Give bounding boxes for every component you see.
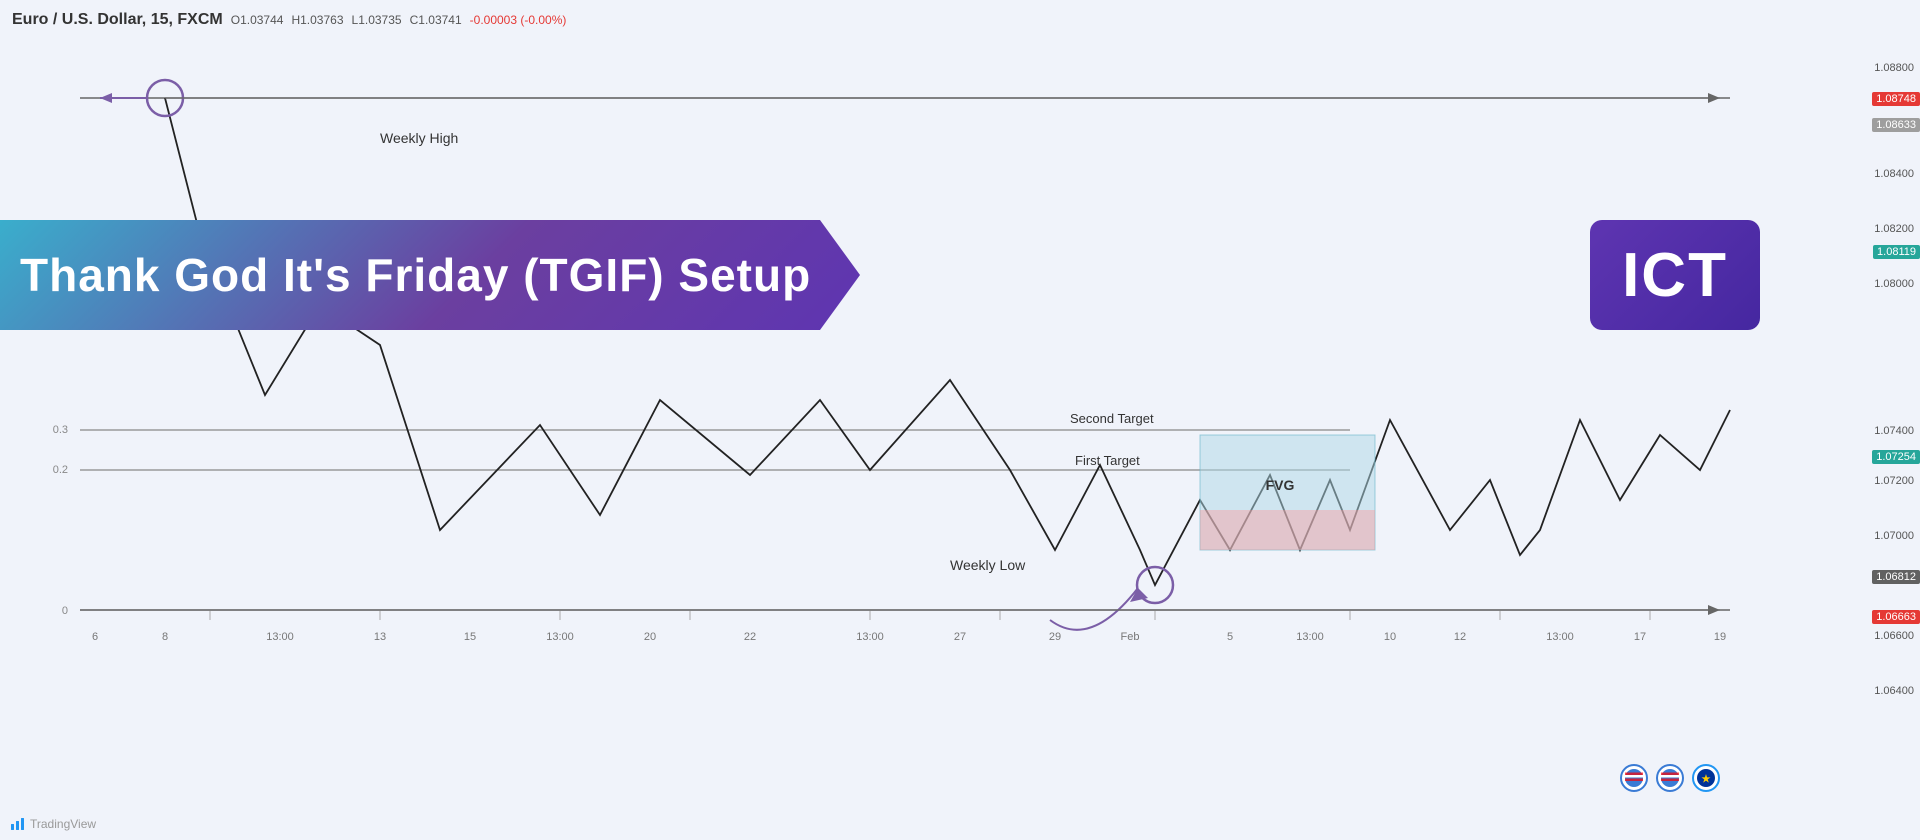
price-change: -0.00003 (-0.00%)	[470, 13, 567, 27]
flag-usd-1	[1620, 764, 1648, 792]
price-108748: 1.08748	[1872, 92, 1920, 106]
price-106600: 1.06600	[1772, 630, 1920, 642]
svg-text:8: 8	[162, 631, 168, 643]
svg-text:Weekly High: Weekly High	[380, 130, 458, 146]
svg-text:13:00: 13:00	[1546, 631, 1574, 643]
svg-text:13:00: 13:00	[266, 631, 294, 643]
svg-text:13:00: 13:00	[546, 631, 574, 643]
high-value: H1.03763	[291, 13, 343, 27]
flag-icons: ★	[1620, 764, 1720, 792]
flag-usd-2	[1656, 764, 1684, 792]
symbol-name: Euro / U.S. Dollar, 15, FXCM	[12, 11, 223, 29]
tgif-title: Thank God It's Friday (TGIF) Setup	[0, 248, 811, 302]
svg-text:Weekly Low: Weekly Low	[950, 557, 1026, 573]
price-106400: 1.06400	[1772, 685, 1920, 697]
chart-area: 0.3 0.2 0 FVG Second Target First Target…	[0, 40, 1770, 800]
svg-text:Feb: Feb	[1121, 631, 1140, 643]
svg-text:13:00: 13:00	[856, 631, 884, 643]
svg-text:First Target: First Target	[1075, 453, 1140, 468]
price-107254: 1.07254	[1872, 450, 1920, 464]
svg-text:22: 22	[744, 631, 756, 643]
open-label: O	[231, 13, 240, 27]
svg-text:15: 15	[464, 631, 476, 643]
svg-text:6: 6	[92, 631, 98, 643]
svg-text:FVG: FVG	[1266, 477, 1295, 493]
tv-watermark-text: TradingView	[30, 817, 96, 831]
price-107200: 1.07200	[1772, 475, 1920, 487]
svg-text:27: 27	[954, 631, 966, 643]
ict-badge: ICT	[1590, 220, 1760, 330]
price-108400: 1.08400	[1772, 168, 1920, 180]
chart-header: Euro / U.S. Dollar, 15, FXCM O1.03744 H1…	[0, 0, 1920, 40]
ict-text: ICT	[1622, 240, 1728, 311]
svg-text:13: 13	[374, 631, 386, 643]
price-108119: 1.08119	[1873, 245, 1920, 259]
svg-text:20: 20	[644, 631, 656, 643]
flag-eur: ★	[1692, 764, 1720, 792]
open-value: O1.03744	[231, 13, 284, 27]
svg-text:17: 17	[1634, 631, 1646, 643]
price-108000: 1.08000	[1772, 278, 1920, 290]
tgif-banner: Thank God It's Friday (TGIF) Setup	[0, 220, 880, 330]
tv-watermark: TradingView	[10, 816, 96, 832]
chart-svg: 0.3 0.2 0 FVG Second Target First Target…	[0, 40, 1770, 800]
price-108633: 1.08633	[1872, 118, 1920, 132]
low-value: L1.03735	[352, 13, 402, 27]
svg-text:19: 19	[1714, 631, 1726, 643]
price-107400: 1.07400	[1772, 425, 1920, 437]
svg-text:12: 12	[1454, 631, 1466, 643]
svg-text:0: 0	[62, 605, 68, 617]
svg-text:5: 5	[1227, 631, 1233, 643]
svg-text:0.3: 0.3	[53, 424, 68, 436]
svg-text:★: ★	[1702, 774, 1711, 785]
price-axis: 1.08800 1.08748 1.08633 1.08400 1.08200 …	[1772, 40, 1920, 800]
price-107000: 1.07000	[1772, 530, 1920, 542]
svg-text:10: 10	[1384, 631, 1396, 643]
close-value: C1.03741	[410, 13, 462, 27]
price-106663: 1.06663	[1872, 610, 1920, 624]
price-108200: 1.08200	[1772, 223, 1920, 235]
svg-text:Second Target: Second Target	[1070, 411, 1154, 426]
svg-text:13:00: 13:00	[1296, 631, 1324, 643]
svg-text:29: 29	[1049, 631, 1061, 643]
svg-text:0.2: 0.2	[53, 464, 68, 476]
price-106812: 1.06812	[1872, 570, 1920, 584]
price-108800: 1.08800	[1772, 62, 1920, 74]
